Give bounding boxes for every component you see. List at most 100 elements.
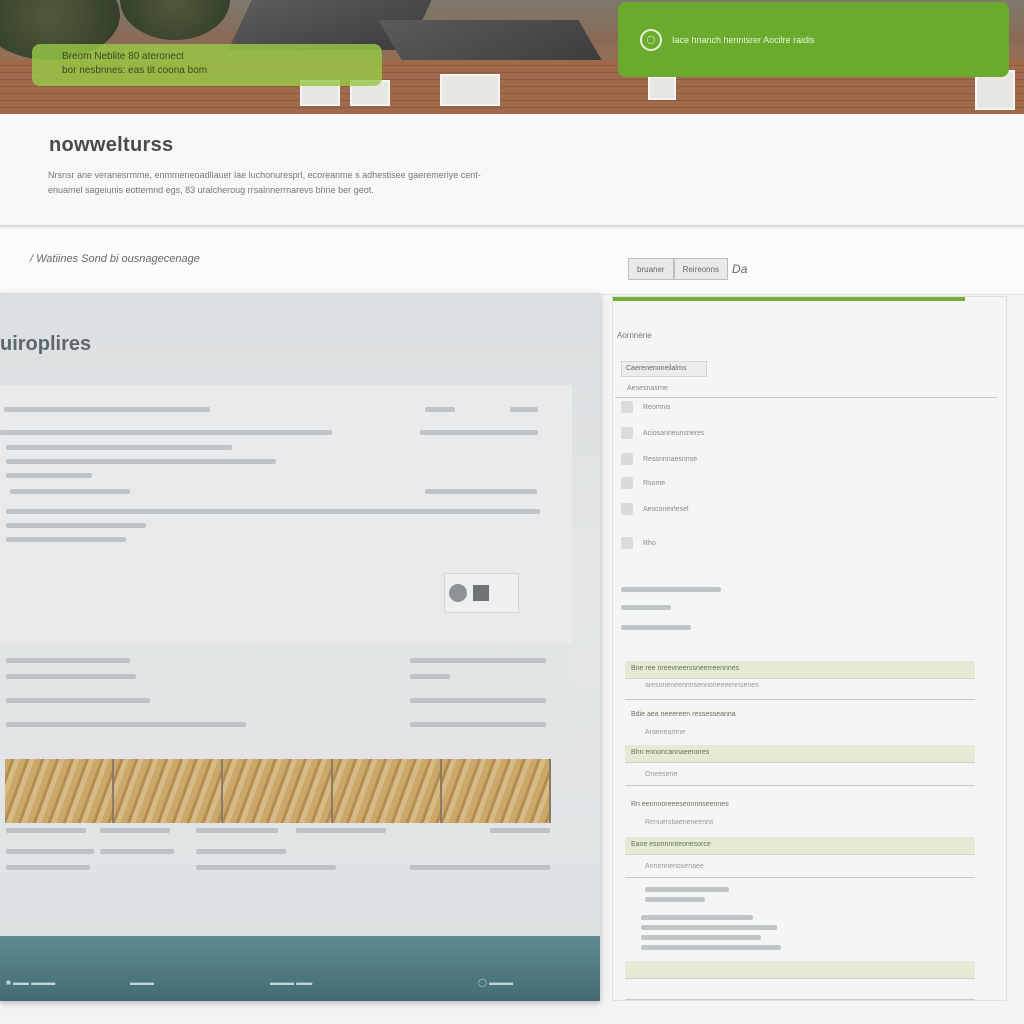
text-line	[6, 722, 246, 727]
tree-image	[120, 0, 230, 40]
text-line	[6, 509, 540, 514]
sidebar-item[interactable]: Aesconeirlesel	[621, 503, 689, 515]
text-line	[410, 674, 450, 679]
sidebar-subtitle: Aesesnasrne	[627, 385, 668, 392]
list-row[interactable]: Anntmnenosenaee	[625, 863, 975, 870]
window-image	[648, 76, 676, 100]
divider	[625, 699, 975, 700]
text-line	[6, 473, 92, 478]
text-line	[641, 915, 753, 920]
sidebar-title: Aornnerie	[617, 331, 652, 340]
toggle-extra-label: Da	[732, 262, 748, 276]
text-line	[6, 865, 90, 870]
house-roof-image	[378, 20, 602, 60]
hero-promo-line2: bor nesbnnes: eas tit coona bom	[62, 65, 208, 76]
toggle-left-button[interactable]: bruaner	[628, 258, 674, 280]
text-line	[6, 698, 150, 703]
text-line	[6, 523, 146, 528]
text-line	[6, 658, 130, 663]
text-line	[196, 849, 286, 854]
item-icon	[621, 453, 633, 465]
text-line	[425, 407, 455, 412]
hero-cta-text: Iace hnanch hennisrer Aocilre raidis	[672, 34, 815, 45]
highlight-row[interactable]: Eaoe esonnnnteonesorce	[625, 837, 975, 855]
item-icon	[621, 427, 633, 439]
footer-logo: ■ ▬▬ ▬▬▬	[6, 978, 56, 987]
text-line	[296, 828, 386, 833]
text-line	[6, 459, 276, 464]
sidebar-accent-bar	[613, 297, 965, 301]
sidebar-item[interactable]: Ressnnnaesnnse	[621, 453, 697, 465]
hero-promo-line1: Breom Neblite 80 ateronect	[62, 51, 184, 62]
gallery-image[interactable]	[114, 759, 224, 823]
sidebar-item[interactable]: Aciosanneunsneres	[621, 427, 705, 439]
text-line	[100, 828, 170, 833]
intro-section: nowwelturss Nrsnsr ane veranesrmme, enmm…	[0, 114, 1024, 227]
footer-link[interactable]: ▬▬▬	[130, 978, 154, 987]
gallery-image[interactable]	[5, 759, 115, 823]
intro-text: Nrsnsr ane veranesrmme, enmmeneoadllauer…	[48, 170, 481, 195]
toolbar: / Watiines Sond bi ousnagecenage bruaner…	[0, 229, 1024, 295]
text-line	[621, 605, 671, 610]
list-row[interactable]: Rn eennnoreeeseonnnseennes	[625, 797, 975, 815]
text-line	[410, 722, 546, 727]
sidebar-item[interactable]: Rsome	[621, 477, 665, 489]
highlight-row[interactable]: Bhn ennoncannaeenores	[625, 745, 975, 763]
text-line	[6, 445, 232, 450]
text-line	[196, 865, 336, 870]
toggle-right-button[interactable]: Reireonns	[673, 258, 729, 280]
image-icon	[473, 585, 489, 601]
roof-gallery	[5, 759, 552, 823]
text-line	[645, 897, 705, 902]
list-row[interactable]: aresoneneennnsennoneeeennsenes	[625, 682, 975, 689]
gallery-image[interactable]	[332, 759, 442, 823]
sidebar-item-label: Reomnis	[643, 403, 671, 411]
preview-heading: uiroplires	[0, 333, 92, 355]
text-line	[410, 658, 546, 663]
text-line	[645, 887, 729, 892]
avatar-image	[449, 584, 467, 602]
text-line	[6, 537, 126, 542]
hero-cta-banner[interactable]: ◯ Iace hnanch hennisrer Aocilre raidis	[618, 2, 1009, 77]
sidebar-action-button[interactable]: Caerenenoneilalms	[621, 361, 707, 377]
item-icon	[621, 503, 633, 515]
list-row[interactable]: Araeneamne	[625, 729, 975, 736]
divider	[625, 877, 975, 878]
list-row[interactable]: Bdie aea neeereen ressesseanna	[625, 707, 975, 725]
text-line	[100, 849, 174, 854]
list-row[interactable]: Renuerstiaeneneenns	[625, 819, 975, 826]
hero-promo-banner[interactable]: Breom Neblite 80 ateronect bor nesbnnes:…	[32, 44, 382, 86]
sidebar-item[interactable]: Reomnis	[621, 401, 671, 413]
preview-screen: uiroplires ■ ▬▬ ▬▬▬ ▬▬▬ ▬▬▬ ▬▬ ◯ ▬▬▬	[0, 293, 600, 1001]
text-line	[510, 407, 538, 412]
preview-info-section	[0, 648, 570, 748]
sidebar-item[interactable]: Rho	[621, 537, 656, 549]
text-line	[621, 625, 691, 630]
gallery-image[interactable]	[223, 759, 333, 823]
text-line	[10, 489, 130, 494]
text-line	[6, 674, 136, 679]
footer-link[interactable]: ▬▬▬ ▬▬	[270, 978, 312, 987]
highlight-row[interactable]: Bne ree nreevneerssneerreennnes	[625, 661, 975, 679]
sidebar-item-label: Aesconeirlesel	[643, 505, 689, 513]
footer-logo: ◯ ▬▬▬	[478, 978, 514, 987]
window-image	[440, 74, 500, 106]
breadcrumb[interactable]: / Watiines Sond bi ousnagecenage	[30, 253, 200, 265]
item-icon	[621, 477, 633, 489]
text-line	[621, 587, 721, 592]
text-line	[641, 925, 777, 930]
text-line	[425, 489, 537, 494]
text-line	[196, 828, 278, 833]
sidebar-item-label: Rsome	[643, 479, 666, 487]
preview-media-thumb[interactable]	[444, 573, 519, 613]
divider	[625, 999, 975, 1000]
gallery-image[interactable]	[441, 759, 552, 823]
text-line	[6, 849, 94, 854]
sidebar-panel: Aornnerie Caerenenoneilalms Aesesnasrne …	[612, 296, 1007, 1001]
text-line	[420, 430, 538, 435]
item-icon	[621, 537, 633, 549]
list-row[interactable]: Oneesene	[625, 771, 975, 778]
text-line	[410, 698, 546, 703]
highlight-row[interactable]	[625, 961, 975, 979]
text-line	[410, 865, 550, 870]
